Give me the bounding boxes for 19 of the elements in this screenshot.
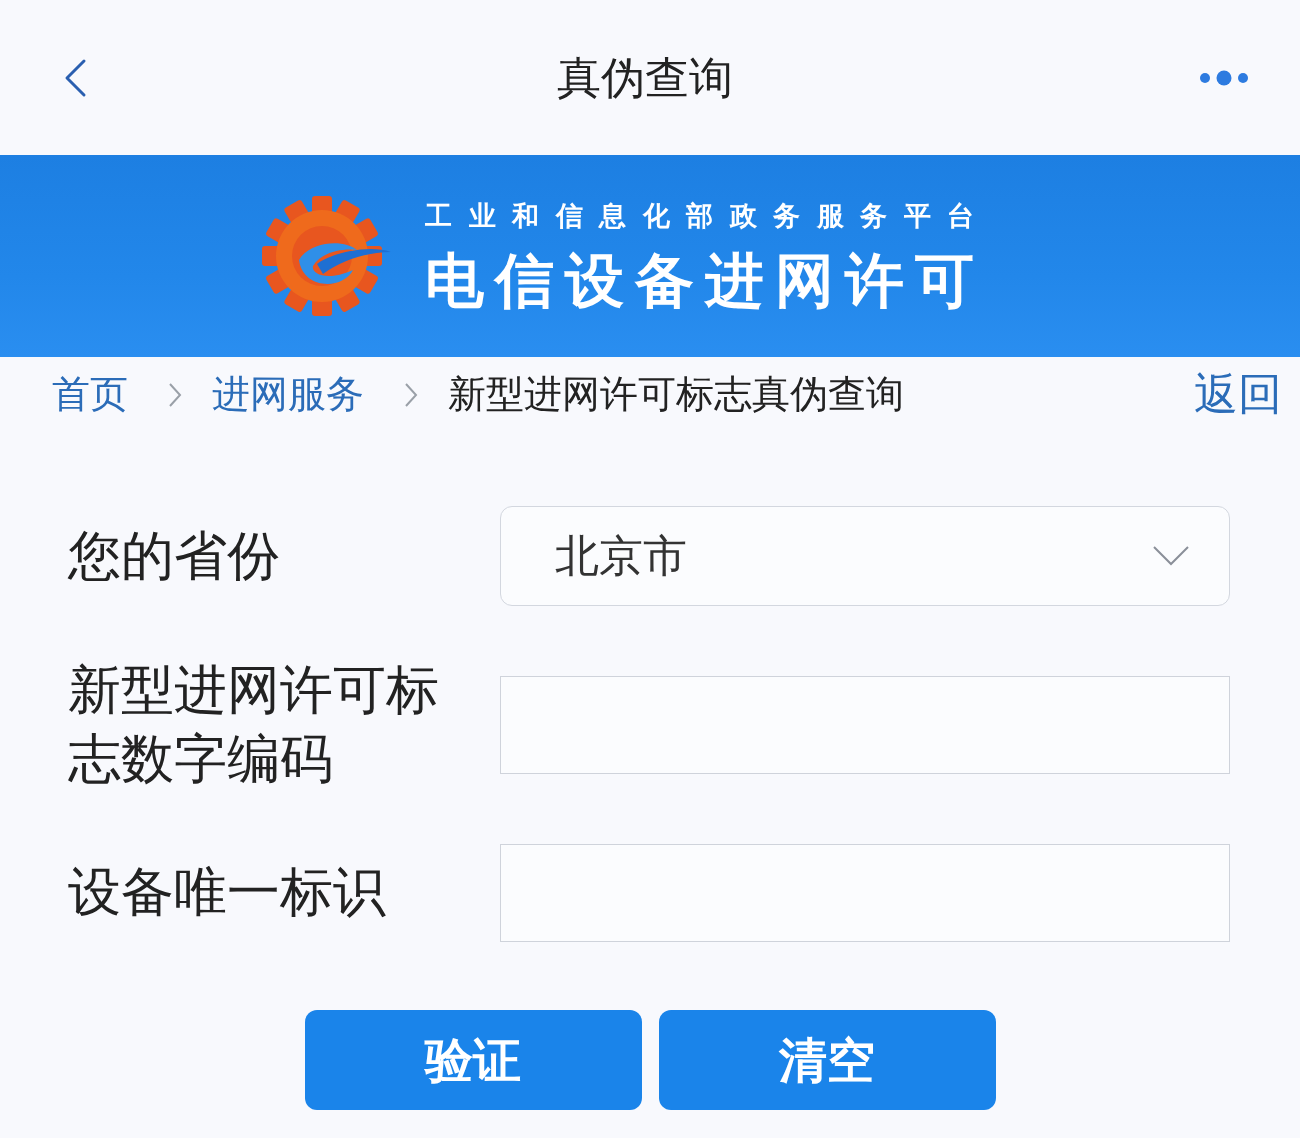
province-select[interactable]: 北京市 <box>500 506 1230 606</box>
field-label: 您的省份 <box>68 523 281 588</box>
clear-button[interactable]: 清空 <box>658 1009 996 1110</box>
field-label: 设备唯一标识 <box>68 860 387 925</box>
input-field[interactable] <box>500 675 1230 774</box>
input-field[interactable] <box>500 843 1230 942</box>
page-title: 真伪查询 <box>557 55 733 100</box>
breadcrumb-link[interactable]: 首页 <box>52 371 128 418</box>
banner-title: 电信设备进网许可 <box>425 251 987 310</box>
banner-subtitle: 工业和信息化部政务服务平台 <box>425 202 991 229</box>
chevron-down-icon <box>1153 546 1189 566</box>
breadcrumb-current: 新型进网许可标志真伪查询 <box>448 371 904 418</box>
field-label: 新型进网许可标志数字编码 <box>68 658 440 791</box>
chevron-right-icon <box>404 381 418 408</box>
verify-button[interactable]: 验证 <box>304 1009 642 1110</box>
chevron-right-icon <box>168 381 182 408</box>
back-link[interactable]: 返回 <box>1194 368 1282 421</box>
breadcrumb-link[interactable]: 进网服务 <box>212 371 364 418</box>
more-icon[interactable] <box>1200 69 1248 86</box>
